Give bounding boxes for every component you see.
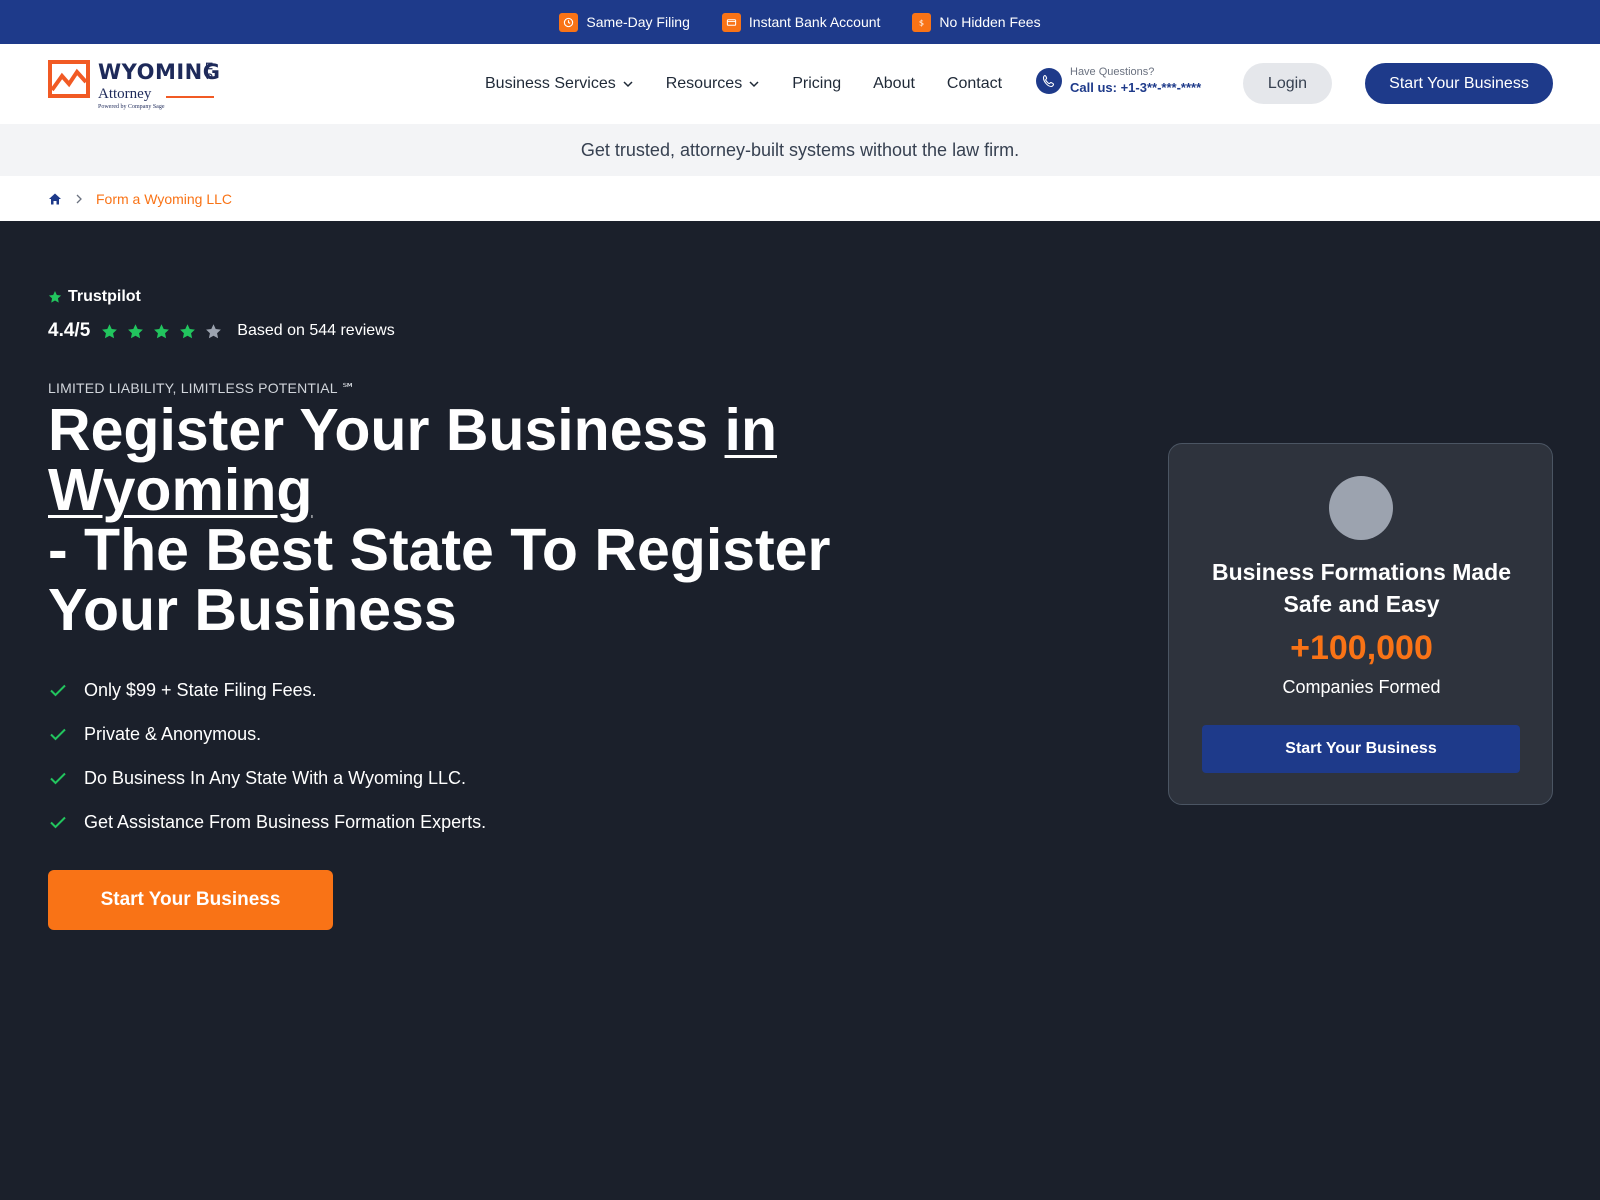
check-icon — [50, 772, 66, 785]
formations-card: Business Formations Made Safe and Easy +… — [1168, 443, 1553, 805]
star-filled-icon — [102, 323, 118, 338]
check-icon — [50, 684, 66, 697]
start-business-button-hero[interactable]: Start Your Business — [48, 870, 333, 930]
benefit-item: Get Assistance From Business Formation E… — [48, 800, 486, 844]
logo-attorney: Attorney — [98, 86, 152, 102]
promo-bar: Same-Day Filing Instant Bank Account $ N… — [0, 0, 1600, 44]
trustpilot-label: Trustpilot — [48, 288, 141, 306]
contact-question: Have Questions? — [1070, 66, 1155, 78]
trustpilot-name: Trustpilot — [68, 288, 141, 305]
logo-mark-icon — [48, 60, 90, 98]
card-title: Business Formations Made Safe and Easy — [1211, 559, 1512, 617]
start-business-button-card[interactable]: Start Your Business — [1202, 725, 1520, 773]
home-icon[interactable] — [48, 192, 62, 206]
benefit-text: Private & Anonymous. — [84, 723, 262, 744]
contact-text: Have Questions? Call us: +1-3**-***-**** — [1070, 66, 1201, 95]
dollar-icon: $ — [912, 12, 932, 32]
benefit-item: Only $99 + State Filing Fees. — [48, 668, 486, 712]
logo-powered-by: Powered by Company Sage — [98, 104, 165, 110]
check-icon — [50, 728, 66, 741]
avatar — [1329, 476, 1393, 540]
rating-row: 4.4/5 Based on 544 reviews — [48, 320, 395, 342]
nav-resources[interactable]: Resources — [666, 75, 760, 93]
benefit-text: Get Assistance From Business Formation E… — [84, 811, 487, 832]
card-stat-label: Companies Formed — [1282, 677, 1441, 697]
contact-phone[interactable]: Have Questions? Call us: +1-3**-***-**** — [1036, 66, 1201, 95]
benefit-item: Do Business In Any State With a Wyoming … — [48, 756, 486, 800]
rating-reviews: Based on 544 reviews — [237, 322, 395, 339]
promo-label: No Hidden Fees — [939, 14, 1041, 30]
chevron-right-icon — [76, 194, 82, 203]
nav-pricing[interactable]: Pricing — [792, 75, 841, 93]
nav-label: About — [873, 75, 915, 92]
site-logo[interactable]: WYOMING LLC Attorney Powered by Company … — [48, 58, 221, 112]
chevron-down-icon — [623, 81, 633, 88]
nav-about[interactable]: About — [873, 75, 915, 93]
nav-contact[interactable]: Contact — [947, 75, 1002, 93]
logo-llc: LLC — [204, 62, 214, 80]
main-nav: Business Services Resources Pricing Abou… — [485, 44, 1002, 124]
promo-item-bank-account: Instant Bank Account — [721, 12, 881, 32]
card-icon — [721, 12, 741, 32]
benefit-text: Only $99 + State Filing Fees. — [84, 679, 317, 700]
headline-part2: - The Best State To Register Your Busine… — [48, 517, 831, 643]
logo-wordmark: WYOMING — [98, 60, 221, 84]
tagline-bar: Get trusted, attorney-built systems with… — [0, 124, 1600, 176]
nav-label: Contact — [946, 75, 1003, 92]
star-empty-icon — [206, 323, 222, 338]
rating-score: 4.4/5 — [48, 320, 91, 341]
promo-item-same-day: Same-Day Filing — [559, 12, 690, 32]
chevron-down-icon — [749, 81, 759, 88]
star-filled-icon — [128, 323, 144, 338]
nav-label: Pricing — [792, 75, 842, 92]
nav-label: Business Services — [485, 75, 616, 92]
trustpilot-star-icon — [48, 291, 62, 303]
start-business-button-header[interactable]: Start Your Business — [1365, 63, 1553, 104]
phone-icon — [1036, 67, 1062, 94]
star-filled-icon — [180, 323, 196, 338]
nav-business-services[interactable]: Business Services — [485, 75, 634, 93]
nav-label: Resources — [665, 75, 743, 92]
hero-headline: Register Your Business in Wyoming - The B… — [48, 400, 948, 640]
card-stat: +100,000 — [1290, 629, 1433, 667]
benefit-text: Do Business In Any State With a Wyoming … — [84, 767, 467, 788]
logo-underline — [166, 96, 214, 98]
hero-eyebrow: LIMITED LIABILITY, LIMITLESS POTENTIAL ℠ — [48, 380, 356, 396]
benefit-item: Private & Anonymous. — [48, 712, 486, 756]
headline-part1: Register Your Business — [48, 397, 725, 463]
svg-text:$: $ — [919, 17, 924, 27]
clock-icon — [559, 12, 579, 32]
breadcrumb-current[interactable]: Form a Wyoming LLC — [96, 191, 232, 207]
promo-item-no-fees: $ No Hidden Fees — [912, 12, 1041, 32]
site-header: WYOMING LLC Attorney Powered by Company … — [0, 44, 1600, 124]
contact-phone-number: Call us: +1-3**-***-**** — [1070, 80, 1202, 95]
breadcrumb: Form a Wyoming LLC — [0, 176, 1600, 221]
promo-label: Same-Day Filing — [586, 14, 690, 30]
promo-label: Instant Bank Account — [748, 14, 881, 30]
star-filled-icon — [154, 323, 170, 338]
benefits-list: Only $99 + State Filing Fees. Private & … — [48, 668, 486, 844]
check-icon — [50, 816, 66, 829]
login-button[interactable]: Login — [1243, 63, 1332, 104]
